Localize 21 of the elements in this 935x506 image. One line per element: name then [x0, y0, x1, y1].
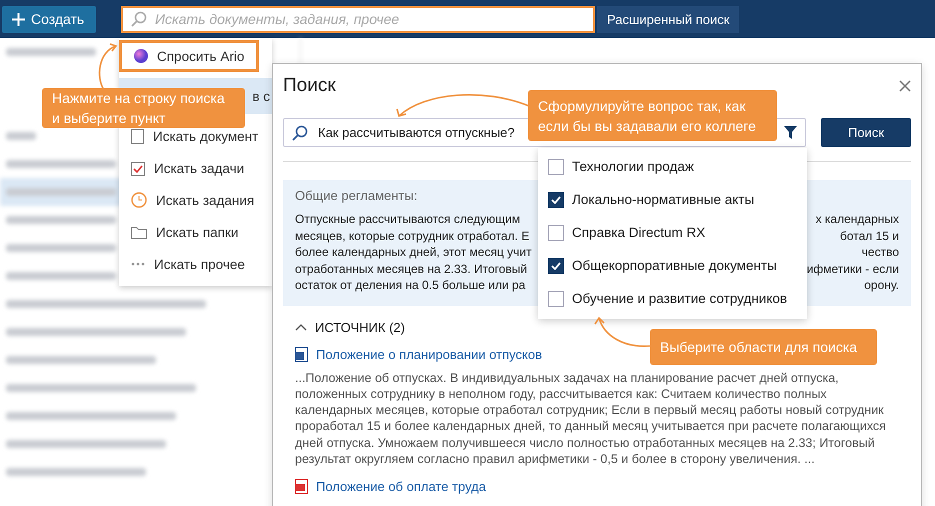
answer-text: ботал 15 и	[840, 228, 899, 244]
answer-text: месяцев, которые сотрудник отработал. Е	[295, 228, 530, 244]
dialog-title: Поиск	[283, 75, 336, 97]
option-label: Общекорпоративные документы	[572, 258, 777, 273]
option-label: Обучение и развитие сотрудников	[572, 291, 788, 306]
answer-text: остаток от деления на 0.5 больше или ра	[295, 277, 526, 294]
source-snippet: ...Положение об отпусках. В индивидуальных задачах на планирование расчет дней отпуска, положенных сотруднику в неполном году, рассчитывается как: Считаем количество полных календарных месяцев, которые отработал сотрудник; Если в первый месяц работы новый сотрудник проработал 15 и более календарных дней, то данный месяц учитывается при расчете полагающихся дней отпуска. Умножаем получившееся число полностью отработанных месяцев на 2.33; Итоговый результат округляем согласно правил арифметики - 0,5 и более в сторону увеличения. ...	[295, 370, 887, 468]
answer-text: Отпускные рассчитываются следующим	[295, 211, 520, 228]
answer-text: чество	[862, 244, 899, 260]
hint-tooltip: Выберите области для поиска	[650, 329, 877, 365]
option-label: Технологии продаж	[572, 159, 694, 174]
answer-text: отработанных месяцев на 2.33. Итоговый	[295, 260, 528, 277]
answer-text: ифметики - если	[806, 260, 899, 277]
option-label: Локально-нормативные акты	[572, 192, 754, 207]
hint-tooltip: Нажмите на строку поиска и выберите пункт	[42, 88, 245, 128]
answer-text: орону.	[864, 277, 899, 294]
answer-text: х календарных	[816, 211, 899, 228]
hint-tooltip: Сформулируйте вопрос так, как если бы вы задавали его коллеге	[528, 90, 777, 141]
option-label: Справка Directum RX	[572, 225, 706, 240]
answer-heading: Общие регламенты:	[295, 188, 418, 203]
answer-text: более календарных дней, этот месяц учит	[295, 244, 532, 260]
